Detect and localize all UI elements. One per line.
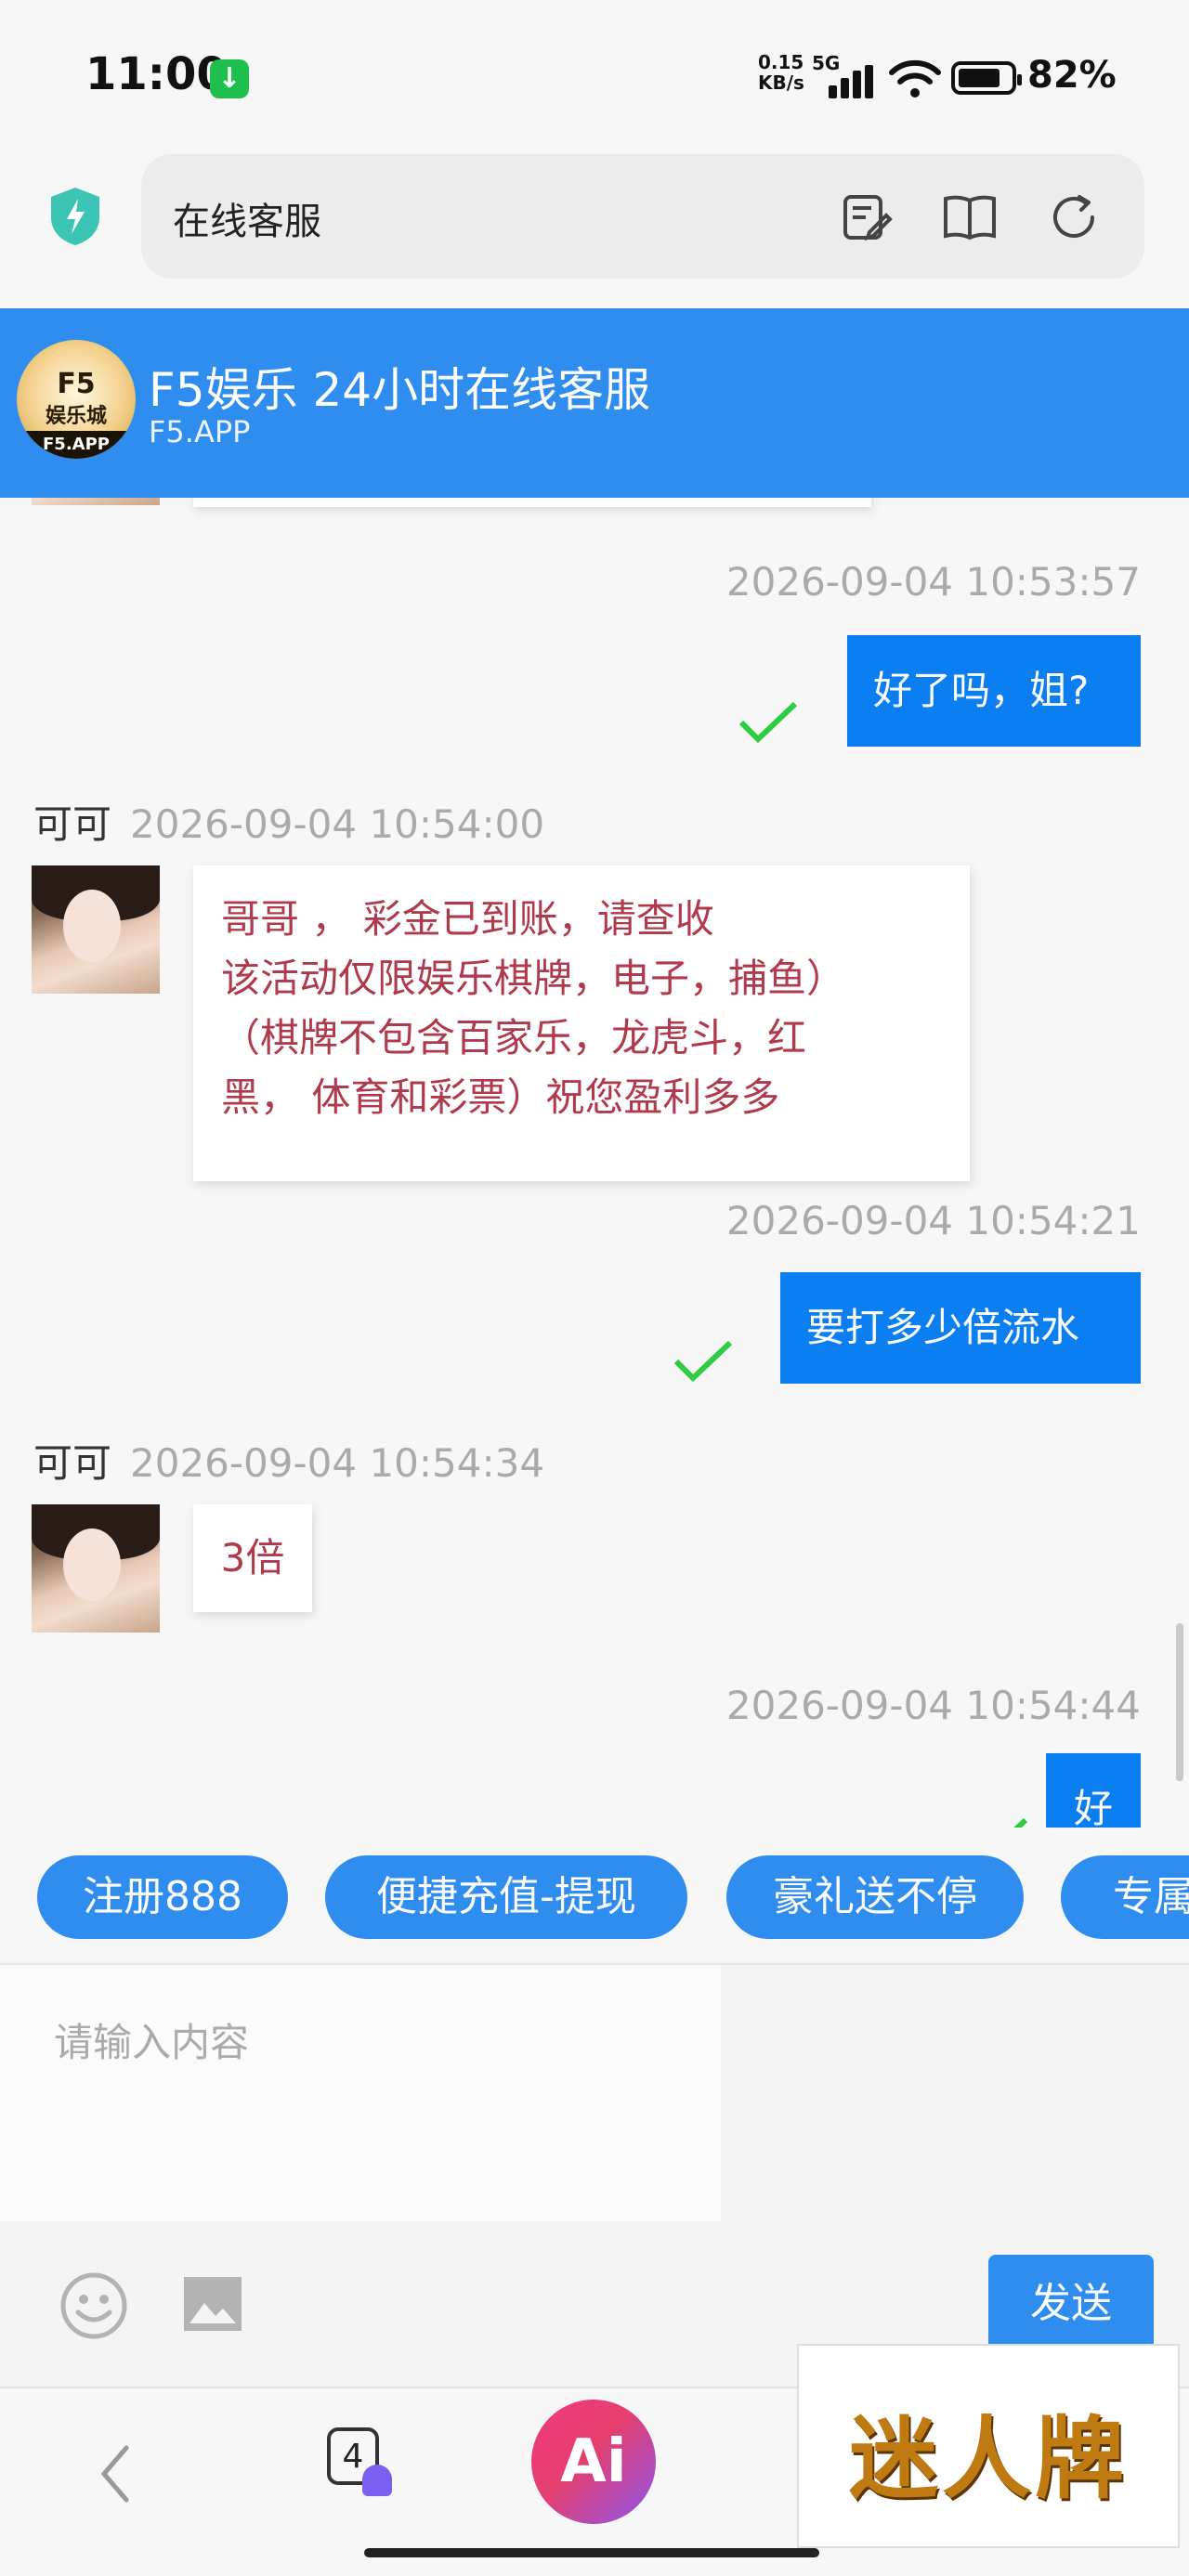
message-timestamp: 2026-09-04 10:54:21 xyxy=(725,1198,1141,1243)
tabs-button[interactable]: 4 xyxy=(327,2427,392,2500)
net-speed: 0.15 KB/s xyxy=(758,51,804,94)
message-timestamp: 2026-09-04 10:54:44 xyxy=(725,1683,1141,1728)
sent-check-icon xyxy=(738,701,798,743)
edit-note-icon[interactable] xyxy=(838,189,894,245)
scrollbar[interactable] xyxy=(1176,1623,1183,1781)
message-bubble-incoming[interactable]: 哥哥 ， 彩金已到账，请查收 该活动仅限娱乐棋牌，电子，捕鱼） （棋牌不包含百家… xyxy=(193,865,970,1181)
battery-icon xyxy=(951,61,1022,95)
address-bar[interactable]: 在线客服 xyxy=(141,154,1144,279)
download-icon: ↓ xyxy=(210,59,249,98)
battery-percent: 82% xyxy=(1027,54,1117,97)
chat-subtitle: F5.APP xyxy=(149,414,251,449)
message-timestamp: 2026-09-04 10:54:34 xyxy=(130,1440,545,1486)
sent-check-icon xyxy=(1013,1817,1028,1828)
signal-icon xyxy=(829,65,875,98)
wifi-icon xyxy=(889,59,941,98)
brand-logo: F5 娱乐城 F5.APP xyxy=(17,340,136,459)
image-icon[interactable] xyxy=(182,2273,243,2335)
refresh-icon[interactable] xyxy=(1046,189,1102,245)
agent-avatar[interactable] xyxy=(32,1504,160,1633)
composer: 请输入内容 发送 xyxy=(0,1963,1189,2388)
quick-reply-bar[interactable]: 注册888 便捷充值-提现 豪礼送不停 专属 xyxy=(0,1828,1189,1963)
sender-name: 可可 xyxy=(33,1440,112,1486)
sender-name: 可可 xyxy=(33,801,112,847)
status-time: 11:00 xyxy=(85,48,228,100)
chat-header: F5 娱乐城 F5.APP F5娱乐 24小时在线客服 F5.APP xyxy=(0,308,1189,498)
message-line: 黑， 体育和彩票）祝您盈利多多 xyxy=(221,1074,780,1120)
message-bubble xyxy=(193,498,871,507)
message-timestamp: 2026-09-04 10:53:57 xyxy=(725,559,1141,605)
message-line: （棋牌不包含百家乐，龙虎斗，红 xyxy=(221,1015,807,1060)
quick-reply-chip[interactable]: 注册888 xyxy=(37,1855,288,1939)
quick-reply-chip[interactable]: 豪礼送不停 xyxy=(726,1855,1024,1939)
message-timestamp: 2026-09-04 10:54:00 xyxy=(130,801,545,847)
message-bubble-outgoing[interactable]: 好了吗，姐? xyxy=(847,635,1141,747)
ad-overlay[interactable]: 迷人牌 xyxy=(797,2344,1180,2548)
agent-avatar xyxy=(32,498,160,505)
ai-assistant-button[interactable]: Ai xyxy=(531,2400,656,2524)
shield-icon[interactable] xyxy=(48,186,102,247)
quick-reply-chip[interactable]: 便捷充值-提现 xyxy=(325,1855,687,1939)
send-button[interactable]: 发送 xyxy=(988,2255,1154,2353)
message-input[interactable]: 请输入内容 xyxy=(0,1965,721,2221)
message-line: 哥哥 ， 彩金已到账，请查收 xyxy=(221,896,714,942)
status-bar: 11:00 ↓ 0.15 KB/s 5G 82% xyxy=(0,0,1189,149)
chat-title: F5娱乐 24小时在线客服 xyxy=(149,363,651,417)
agent-avatar[interactable] xyxy=(32,865,160,994)
reader-book-icon[interactable] xyxy=(942,189,998,245)
back-icon[interactable] xyxy=(93,2437,139,2511)
incognito-ghost-icon xyxy=(362,2465,392,2496)
message-bubble-outgoing[interactable]: 好 xyxy=(1046,1753,1141,1828)
input-placeholder: 请输入内容 xyxy=(54,2020,250,2065)
message-bubble-incoming[interactable]: 3倍 xyxy=(193,1504,312,1612)
message-list[interactable]: 2026-09-04 10:53:57 好了吗，姐? 可可 2026-09-04 … xyxy=(0,498,1189,1828)
emoji-icon[interactable] xyxy=(59,2271,128,2340)
message-meta: 可可 2026-09-04 10:54:34 xyxy=(33,1432,544,1489)
message-line: 该活动仅限娱乐棋牌，电子，捕鱼） xyxy=(221,956,846,1001)
message-bubble-outgoing[interactable]: 要打多少倍流水 xyxy=(780,1272,1141,1384)
address-text: 在线客服 xyxy=(173,201,321,243)
message-meta: 可可 2026-09-04 10:54:00 xyxy=(33,793,544,850)
quick-reply-chip[interactable]: 专属 xyxy=(1061,1855,1189,1939)
sent-check-icon xyxy=(673,1340,733,1382)
home-indicator[interactable] xyxy=(364,2548,819,2557)
ad-logo-text: 迷人牌 xyxy=(849,2406,1128,2511)
